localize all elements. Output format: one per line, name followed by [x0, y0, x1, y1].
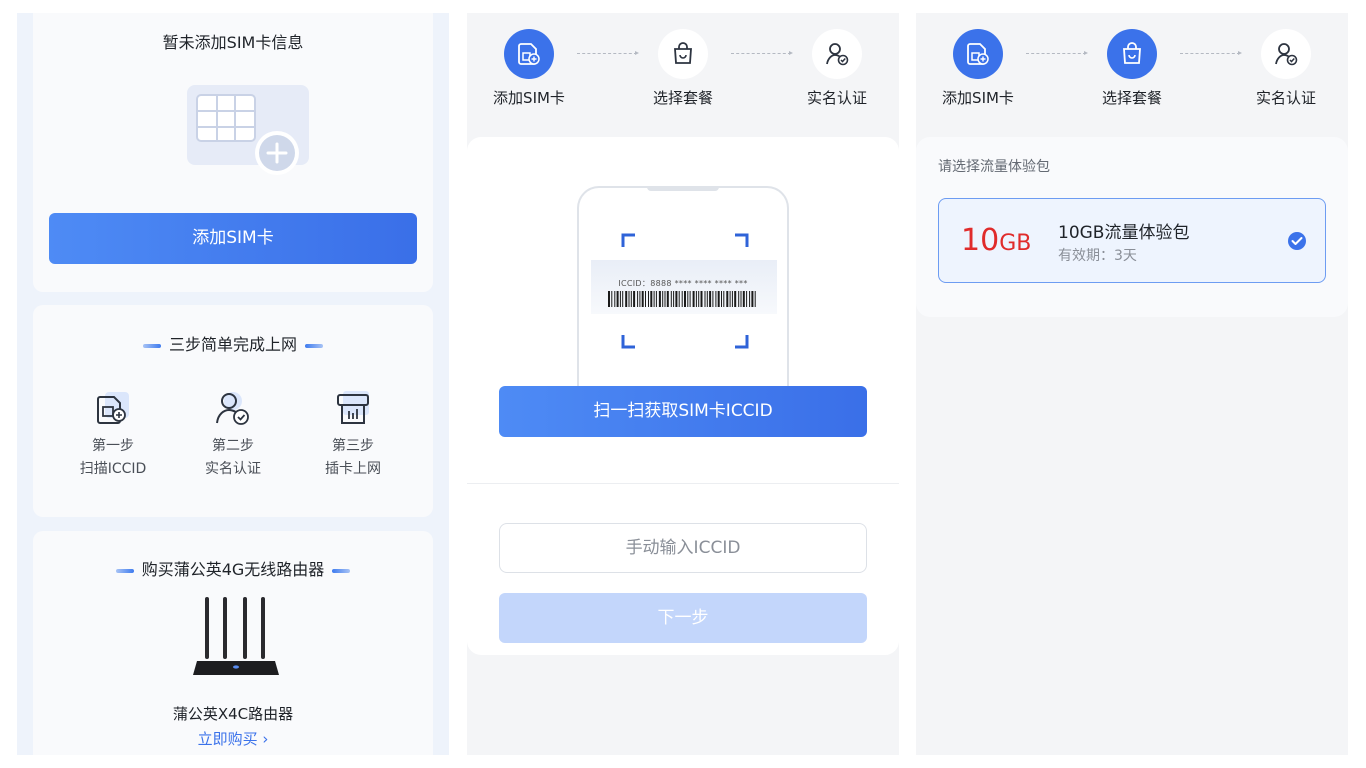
title-decoration-left [115, 568, 134, 573]
step-one-label: 第一步 [92, 438, 134, 454]
sim-insert-icon [337, 391, 369, 424]
stepper-step-choose-plan: 选择套餐 [1082, 29, 1182, 108]
package-size-number: 10 [961, 223, 1000, 258]
stepper-circle-active [1107, 29, 1157, 79]
steps-section-header: 三步简单完成上网 [33, 331, 433, 355]
user-verified-icon [826, 43, 849, 66]
buy-section-header: 购买蒲公英4G无线路由器 [33, 556, 433, 580]
step-two-label: 第二步 [212, 438, 254, 454]
stepper-label: 选择套餐 [1101, 89, 1162, 107]
empty-sim-title: 暂未添加SIM卡信息 [162, 33, 304, 52]
stepper-step-add-sim: 添加SIM卡 [479, 29, 579, 108]
progress-stepper: 添加SIM卡 选择套餐 实名认证 [467, 13, 899, 123]
manual-iccid-input[interactable]: 手动输入ICCID [499, 523, 867, 573]
stepper-circle-active [953, 29, 1003, 79]
stepper-circle [658, 29, 708, 79]
phone-mockup: ICCID：8888 **** **** **** *** [577, 186, 789, 396]
title-decoration-right [305, 343, 323, 348]
scan-iccid-button[interactable]: 扫一扫获取SIM卡ICCID [499, 386, 867, 437]
stepper-label: 添加SIM卡 [493, 89, 565, 107]
stepper-connector [577, 51, 639, 55]
stepper-label: 实名认证 [1255, 89, 1316, 107]
progress-stepper: 添加SIM卡 选择套餐 实名认证 [916, 13, 1348, 123]
choose-plan-panel: 添加SIM卡 选择套餐 实名认证 请选择流量体验包 10GB 10GB流量体验包… [916, 13, 1348, 755]
scan-card: ICCID：8888 **** **** **** *** 扫一扫获取SIM卡I… [467, 137, 899, 655]
package-validity: 有效期：3天 [1058, 248, 1137, 264]
stepper-step-real-name: 实名认证 [1236, 29, 1336, 108]
step-one: 第一步 扫描ICCID [58, 389, 168, 481]
steps-title: 三步简单完成上网 [168, 335, 297, 354]
stepper-step-choose-plan: 选择套餐 [633, 29, 733, 108]
title-decoration-left [142, 343, 161, 348]
stepper-label: 实名认证 [806, 89, 867, 107]
sim-home-panel: 暂未添加SIM卡信息 添加SIM卡 三步简单完成上网 第一步 扫描ICCID 第… [17, 13, 449, 755]
stepper-label: 添加SIM卡 [942, 89, 1014, 107]
stepper-connector [731, 51, 793, 55]
title-decoration-right [332, 568, 351, 573]
sim-card-illustration [187, 85, 309, 175]
stepper-circle [1261, 29, 1311, 79]
user-verified-icon [216, 392, 249, 425]
buy-router-card: 购买蒲公英4G无线路由器 蒲公英X4C路由器 立即购买 › [33, 531, 433, 755]
step-one-desc: 扫描ICCID [79, 461, 147, 477]
barcode-image [608, 291, 756, 307]
phone-notch [647, 186, 719, 191]
stepper-circle-active [504, 29, 554, 79]
divider [467, 483, 899, 484]
sim-add-icon [967, 43, 989, 65]
package-size: 10GB [961, 223, 1031, 258]
step-three: 第三步 插卡上网 [298, 389, 408, 481]
add-sim-button[interactable]: 添加SIM卡 [49, 213, 417, 264]
iccid-sample-text: ICCID：8888 **** **** **** *** [618, 279, 748, 288]
shopping-bag-icon [674, 42, 692, 64]
step-three-desc: 插卡上网 [325, 461, 381, 477]
shopping-bag-icon [1123, 42, 1141, 64]
step-three-label: 第三步 [332, 438, 374, 454]
sim-add-icon [97, 392, 129, 424]
stepper-step-real-name: 实名认证 [787, 29, 887, 108]
package-option[interactable]: 10GB 10GB流量体验包 有效期：3天 [938, 198, 1326, 283]
stepper-connector [1180, 51, 1242, 55]
package-size-unit: GB [999, 231, 1032, 256]
router-image [193, 597, 279, 675]
stepper-step-add-sim: 添加SIM卡 [928, 29, 1028, 108]
user-verified-icon [1275, 43, 1298, 66]
add-sim-panel: 添加SIM卡 选择套餐 实名认证 ICCID：8888 **** **** **… [467, 13, 899, 755]
buy-now-link[interactable]: 立即购买 › [33, 728, 433, 749]
step-two: 第二步 实名认证 [178, 389, 288, 481]
stepper-circle [812, 29, 862, 79]
step-two-desc: 实名认证 [205, 461, 261, 477]
plan-section-label: 请选择流量体验包 [938, 159, 1050, 175]
sim-add-icon [518, 43, 540, 65]
package-name: 10GB流量体验包 [1058, 223, 1190, 243]
three-steps-card: 三步简单完成上网 第一步 扫描ICCID 第二步 实名认证 第三步 插卡上网 [33, 305, 433, 517]
next-step-button[interactable]: 下一步 [499, 593, 867, 643]
empty-sim-card: 暂未添加SIM卡信息 添加SIM卡 [33, 13, 433, 292]
stepper-label: 选择套餐 [652, 89, 713, 107]
product-name: 蒲公英X4C路由器 [172, 705, 294, 723]
checkmark-icon [1288, 232, 1306, 250]
buy-title: 购买蒲公英4G无线路由器 [141, 560, 325, 579]
stepper-connector [1026, 51, 1088, 55]
